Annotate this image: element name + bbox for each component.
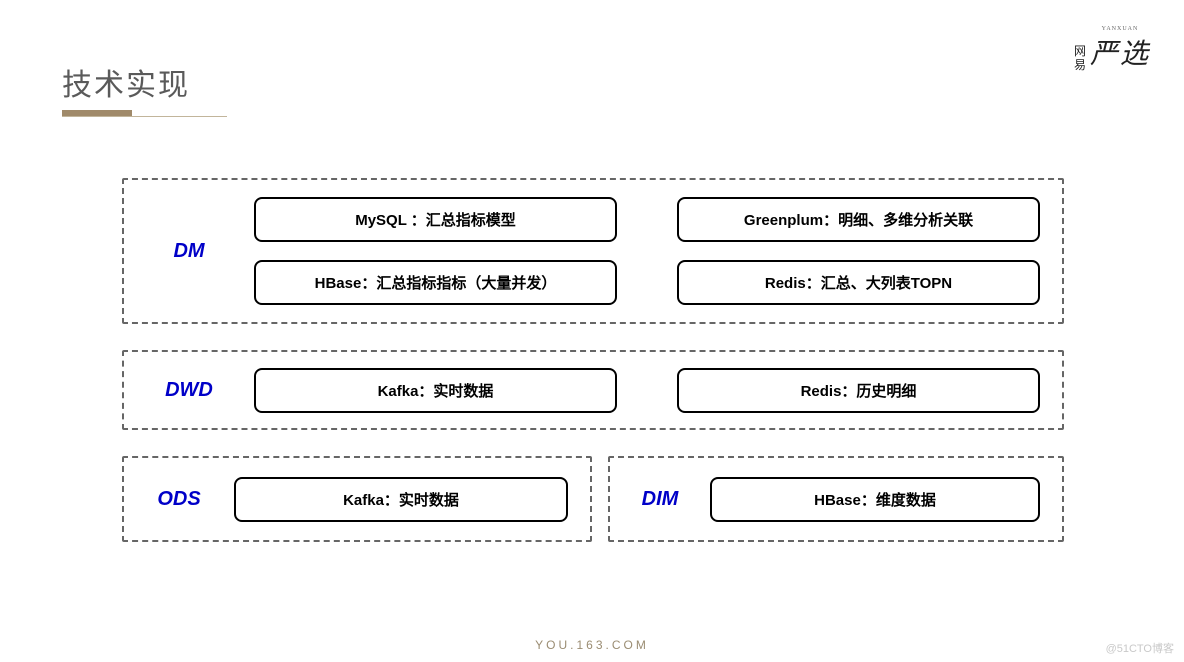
brand-logo: 网 易 YANXUAN 严选 bbox=[1074, 26, 1150, 72]
layer-dm-row1: MySQL ：汇总指标模型 Greenplum：明细、多维分析关联 bbox=[254, 197, 1040, 242]
slide-title-block: 技术实现 bbox=[62, 60, 227, 117]
bottom-row: ODS Kafka：实时数据 DIM HBase：维度数据 bbox=[122, 456, 1064, 542]
cell-dm-hbase: HBase：汇总指标指标（大量并发） bbox=[254, 260, 617, 305]
cell-dim-hbase: HBase：维度数据 bbox=[710, 477, 1040, 522]
layer-dwd-cells: Kafka：实时数据 Redis：历史明细 bbox=[254, 352, 1062, 429]
cell-dwd-redis: Redis：历史明细 bbox=[677, 368, 1040, 413]
layer-dm-cells: MySQL ：汇总指标模型 Greenplum：明细、多维分析关联 HBase：… bbox=[254, 181, 1062, 321]
cell-dm-greenplum: Greenplum：明细、多维分析关联 bbox=[677, 197, 1040, 242]
layer-dim: DIM HBase：维度数据 bbox=[608, 456, 1064, 542]
layer-dm: DM MySQL ：汇总指标模型 Greenplum：明细、多维分析关联 HBa… bbox=[122, 178, 1064, 324]
layer-dim-cells: HBase：维度数据 bbox=[710, 461, 1062, 538]
architecture-diagram: DM MySQL ：汇总指标模型 Greenplum：明细、多维分析关联 HBa… bbox=[122, 178, 1064, 542]
layer-dim-row: HBase：维度数据 bbox=[710, 477, 1040, 522]
brand-logo-small-top: 网 bbox=[1074, 44, 1086, 58]
cell-dm-mysql: MySQL ：汇总指标模型 bbox=[254, 197, 617, 242]
layer-ods-row: Kafka：实时数据 bbox=[234, 477, 568, 522]
layer-dim-label: DIM bbox=[610, 488, 710, 511]
cell-dm-redis: Redis：汇总、大列表TOPN bbox=[677, 260, 1040, 305]
watermark: @51CTO博客 bbox=[1106, 640, 1174, 656]
brand-logo-small: 网 易 bbox=[1074, 44, 1086, 72]
layer-dm-label: DM bbox=[124, 240, 254, 263]
layer-dwd-row: Kafka：实时数据 Redis：历史明细 bbox=[254, 368, 1040, 413]
layer-dm-row2: HBase：汇总指标指标（大量并发） Redis：汇总、大列表TOPN bbox=[254, 260, 1040, 305]
layer-dwd: DWD Kafka：实时数据 Redis：历史明细 bbox=[122, 350, 1064, 430]
footer-url: YOU.163.COM bbox=[0, 638, 1184, 652]
cell-ods-kafka: Kafka：实时数据 bbox=[234, 477, 568, 522]
layer-dwd-label: DWD bbox=[124, 379, 254, 402]
brand-logo-small-bottom: 易 bbox=[1074, 58, 1086, 72]
layer-ods-cells: Kafka：实时数据 bbox=[234, 461, 590, 538]
title-underline-thin bbox=[62, 116, 227, 117]
slide-title: 技术实现 bbox=[62, 60, 227, 104]
layer-ods-label: ODS bbox=[124, 488, 234, 511]
brand-logo-big: 严选 bbox=[1090, 32, 1150, 72]
layer-ods: ODS Kafka：实时数据 bbox=[122, 456, 592, 542]
cell-dwd-kafka: Kafka：实时数据 bbox=[254, 368, 617, 413]
